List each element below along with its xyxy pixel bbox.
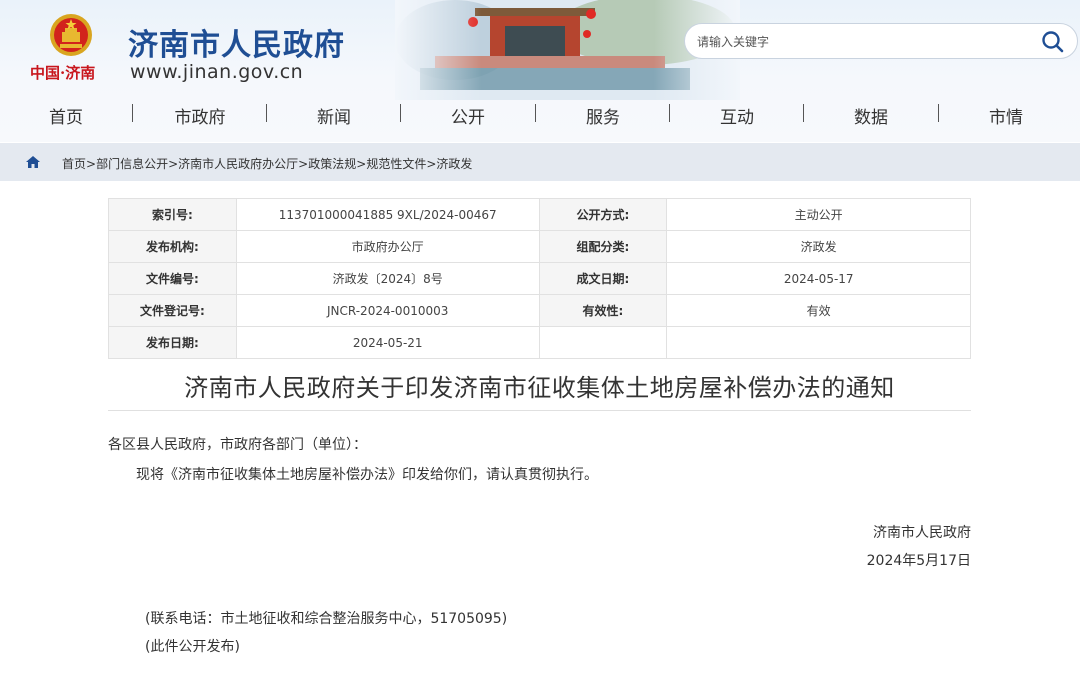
meta-label: 索引号:: [108, 198, 237, 231]
national-emblem-icon: [50, 14, 92, 56]
nav-divider: [803, 104, 804, 122]
nav-divider: [535, 104, 536, 122]
breadcrumb-separator: >: [86, 157, 97, 171]
breadcrumb-item-current[interactable]: 济政发: [436, 157, 472, 171]
nav-data[interactable]: 数据: [831, 103, 911, 128]
breadcrumb-item[interactable]: 部门信息公开: [96, 157, 168, 171]
nav-news[interactable]: 新闻: [294, 103, 374, 128]
document-addressee: 各区县人民政府，市政府各部门（单位）：: [108, 437, 367, 453]
document-metadata-table: 索引号: 113701000041885 9XL/2024-00467 公开方式…: [108, 198, 971, 359]
breadcrumb-item[interactable]: 首页: [62, 157, 86, 171]
nav-divider: [266, 104, 267, 122]
breadcrumb-separator: >: [356, 157, 367, 171]
document-date: 2024年5月17日: [866, 553, 971, 569]
breadcrumb-separator: >: [426, 157, 437, 171]
nav-disclosure[interactable]: 公开: [428, 103, 508, 128]
breadcrumb-separator: >: [298, 157, 309, 171]
meta-label: 有效性:: [538, 294, 668, 327]
site-header: 中国·济南 济南市人民政府 www.jinan.gov.cn 首页 市政府 新闻…: [0, 0, 1080, 142]
meta-label: 发布机构:: [108, 230, 237, 263]
document-paragraph: 现将《济南市征收集体土地房屋补偿办法》印发给你们，请认真贯彻执行。: [136, 467, 598, 483]
meta-value: 2024-05-21: [235, 326, 540, 359]
table-row: 索引号: 113701000041885 9XL/2024-00467 公开方式…: [108, 198, 971, 231]
table-row: 发布机构: 市政府办公厅 组配分类: 济政发: [108, 230, 971, 263]
nav-divider: [938, 104, 939, 122]
meta-value: 济政发〔2024〕8号: [235, 262, 540, 295]
meta-label: 组配分类:: [538, 230, 668, 263]
breadcrumb-separator: >: [168, 157, 179, 171]
meta-value: 市政府办公厅: [235, 230, 540, 263]
search-input[interactable]: [697, 32, 1017, 52]
document-title: 济南市人民政府关于印发济南市征收集体土地房屋补偿办法的通知: [184, 374, 895, 402]
table-row: 文件编号: 济政发〔2024〕8号 成文日期: 2024-05-17: [108, 262, 971, 295]
meta-empty-cell: [538, 326, 668, 359]
document-issuer: 济南市人民政府: [873, 525, 971, 541]
contact-note: (联系电话：市土地征收和综合整治服务中心，51705095): [145, 611, 508, 627]
meta-value: JNCR-2024-0010003: [235, 294, 540, 327]
breadcrumb: 首页>部门信息公开>济南市人民政府办公厅>政策法规>规范性文件>济政发: [62, 155, 472, 172]
publish-note: (此件公开发布): [145, 639, 240, 655]
meta-label: 成文日期:: [538, 262, 668, 295]
breadcrumb-bar: 首页>部门信息公开>济南市人民政府办公厅>政策法规>规范性文件>济政发: [0, 143, 1080, 181]
meta-label: 文件编号:: [108, 262, 237, 295]
meta-value: 主动公开: [666, 198, 971, 231]
main-nav: 首页 市政府 新闻 公开 服务 互动 数据 市情: [0, 98, 1080, 132]
site-title[interactable]: 济南市人民政府: [128, 20, 345, 64]
nav-divider: [400, 104, 401, 122]
nav-city-info[interactable]: 市情: [966, 103, 1046, 128]
nav-government[interactable]: 市政府: [160, 103, 240, 128]
nav-interaction[interactable]: 互动: [697, 103, 777, 128]
breadcrumb-item[interactable]: 规范性文件: [366, 157, 426, 171]
search-icon[interactable]: [1038, 27, 1068, 57]
title-divider: [108, 410, 971, 411]
meta-value: 济政发: [666, 230, 971, 263]
nav-home[interactable]: 首页: [26, 103, 106, 128]
city-tag-logo: 中国·济南: [30, 64, 96, 82]
meta-value: 2024-05-17: [666, 262, 971, 295]
meta-label: 发布日期:: [108, 326, 237, 359]
meta-value: 有效: [666, 294, 971, 327]
breadcrumb-item[interactable]: 政策法规: [308, 157, 356, 171]
breadcrumb-item[interactable]: 济南市人民政府办公厅: [178, 157, 298, 171]
nav-divider: [669, 104, 670, 122]
table-row: 发布日期: 2024-05-21: [108, 326, 971, 359]
meta-value: 113701000041885 9XL/2024-00467: [235, 198, 540, 231]
search-box: [684, 23, 1078, 59]
nav-divider: [132, 104, 133, 122]
table-row: 文件登记号: JNCR-2024-0010003 有效性: 有效: [108, 294, 971, 327]
site-url[interactable]: www.jinan.gov.cn: [130, 61, 303, 83]
nav-services[interactable]: 服务: [563, 103, 643, 128]
meta-label: 文件登记号:: [108, 294, 237, 327]
home-icon[interactable]: [26, 156, 40, 168]
meta-empty-cell: [666, 326, 971, 359]
meta-label: 公开方式:: [538, 198, 668, 231]
